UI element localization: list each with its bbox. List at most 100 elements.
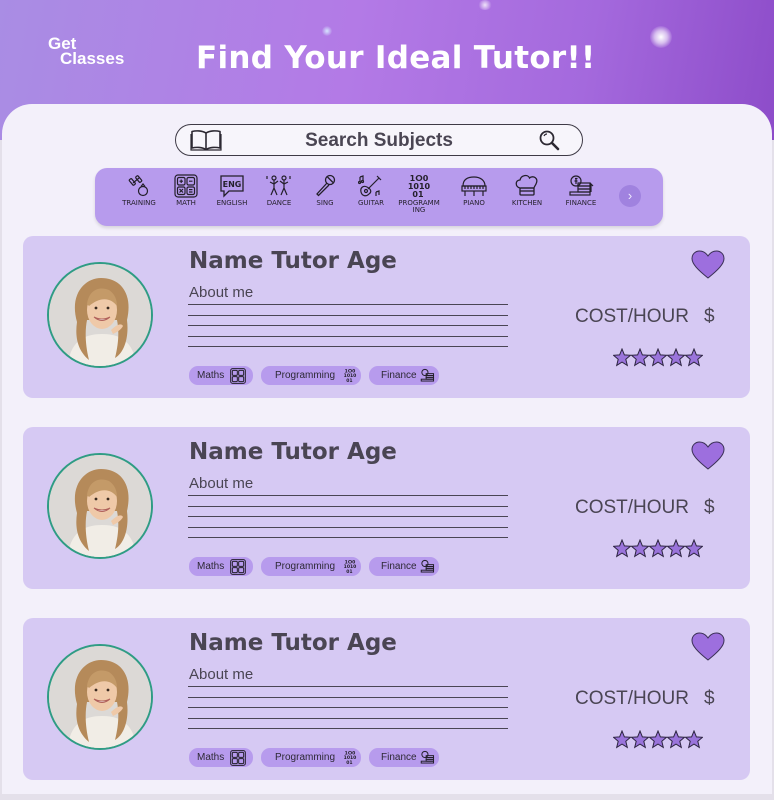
tag-label: Finance [381, 561, 417, 572]
star-icon [612, 538, 632, 558]
cost-label: COST/HOUR [575, 306, 689, 327]
category-label: FINANCE [565, 199, 597, 207]
coins-icon [420, 368, 435, 382]
category-label: KITCHEN [511, 199, 543, 207]
tag-finance[interactable]: Finance [369, 557, 439, 576]
coins-icon [569, 175, 594, 196]
category-label: TRAINING [122, 199, 156, 207]
category-programming[interactable]: 1ⵔ0 1010 01 PROGRAMM ING [393, 174, 445, 214]
category-math[interactable]: MATH [160, 174, 212, 207]
category-kitchen[interactable]: KITCHEN [501, 174, 553, 207]
search-placeholder: Search Subjects [305, 130, 453, 151]
heart-icon[interactable] [691, 441, 725, 476]
category-label: SING [316, 199, 334, 207]
sparkle [478, 0, 492, 10]
search-bar[interactable]: Search Subjects [175, 124, 583, 156]
tag-maths[interactable]: Maths [189, 366, 253, 385]
category-label: PIANO [463, 199, 485, 207]
svg-text:01: 01 [346, 378, 352, 384]
category-bar: TRAINING MATH ENG ENGLISH DANCE SING GUI… [95, 168, 663, 226]
calculator-icon [174, 174, 198, 198]
coins-icon [420, 750, 435, 764]
tag-programming[interactable]: Programming 1ⵔ0 1010 01 [261, 748, 361, 767]
rating-stars [612, 729, 704, 755]
star-icon [630, 729, 650, 749]
star-icon [630, 347, 650, 367]
guitar-icon [358, 175, 382, 197]
rating-stars [612, 347, 704, 373]
tag-finance[interactable]: Finance [369, 748, 439, 767]
avatar [47, 262, 153, 368]
tag-programming[interactable]: Programming 1ⵔ0 1010 01 [261, 366, 361, 385]
binary-icon: 1ⵔ0101001 [344, 369, 357, 384]
star-icon [666, 538, 686, 558]
svg-text:01: 01 [412, 190, 424, 198]
star-icon [666, 729, 686, 749]
microphone-icon [316, 174, 336, 197]
cost-label: COST/HOUR [575, 688, 689, 709]
chevron-right-icon[interactable]: › [619, 185, 641, 207]
logo[interactable]: Get Classes [48, 35, 125, 68]
category-sing[interactable]: SING [299, 174, 351, 207]
dumbbell-icon [128, 175, 149, 197]
binary-icon: 1ⵔ0 1010 01 [408, 174, 431, 198]
calculator-icon [230, 750, 246, 766]
tutor-card[interactable]: Name Tutor Age About me Maths Programmin… [23, 618, 750, 780]
tutor-card[interactable]: Name Tutor Age About me Maths Programmin… [23, 427, 750, 589]
category-piano[interactable]: PIANO [448, 174, 500, 207]
star-icon [612, 347, 632, 367]
tutor-name: Name Tutor Age [189, 248, 397, 274]
binary-icon: 1ⵔ0101001 [344, 560, 357, 575]
star-icon [684, 538, 704, 558]
currency-symbol: $ [704, 497, 715, 518]
tag-label: Finance [381, 370, 417, 381]
svg-text:01: 01 [346, 569, 352, 575]
category-guitar[interactable]: GUITAR [345, 174, 397, 207]
about-label: About me [189, 666, 254, 683]
sparkle [322, 26, 332, 36]
chef-hat-icon [515, 174, 538, 196]
tutor-name: Name Tutor Age [189, 439, 397, 465]
currency-symbol: $ [704, 306, 715, 327]
star-icon [612, 729, 632, 749]
category-label: PROGRAMM ING [398, 199, 440, 214]
star-icon [630, 538, 650, 558]
star-icon [648, 347, 668, 367]
category-finance[interactable]: FINANCE [555, 174, 607, 207]
tutor-card[interactable]: Name Tutor Age About me Maths Programmin… [23, 236, 750, 398]
tutor-name: Name Tutor Age [189, 630, 397, 656]
avatar [47, 644, 153, 750]
star-icon [666, 347, 686, 367]
cost-label: COST/HOUR [575, 497, 689, 518]
rating-stars [612, 538, 704, 564]
category-english[interactable]: ENG ENGLISH [206, 174, 258, 207]
tag-label: Finance [381, 752, 417, 763]
dancers-icon [266, 175, 291, 196]
tag-finance[interactable]: Finance [369, 366, 439, 385]
heart-icon[interactable] [691, 632, 725, 667]
tag-maths[interactable]: Maths [189, 748, 253, 767]
tag-label: Programming [275, 752, 336, 763]
sparkle [650, 26, 672, 48]
search-icon[interactable] [538, 129, 562, 156]
category-label: DANCE [266, 199, 292, 207]
binary-icon: 1ⵔ0101001 [344, 751, 357, 766]
about-label: About me [189, 475, 254, 492]
star-icon [684, 347, 704, 367]
logo-line-2: Classes [60, 49, 125, 68]
piano-icon [461, 176, 487, 196]
star-icon [684, 729, 704, 749]
tag-label: Programming [275, 561, 336, 572]
category-dance[interactable]: DANCE [253, 174, 305, 207]
tag-label: Programming [275, 370, 336, 381]
speech-bubble-eng-icon: ENG [220, 175, 244, 198]
avatar [47, 453, 153, 559]
tag-maths[interactable]: Maths [189, 557, 253, 576]
category-training[interactable]: TRAINING [113, 174, 165, 207]
heart-icon[interactable] [691, 250, 725, 285]
calculator-icon [230, 559, 246, 575]
tag-programming[interactable]: Programming 1ⵔ0 1010 01 [261, 557, 361, 576]
about-text-lines [188, 304, 508, 357]
tag-label: Maths [197, 752, 225, 763]
about-text-lines [188, 495, 508, 548]
